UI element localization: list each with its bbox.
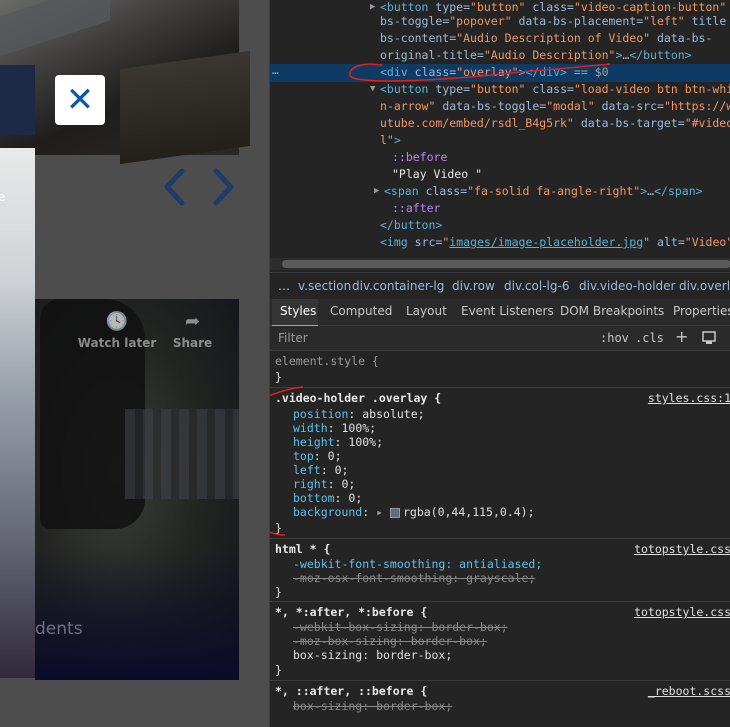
breadcrumb-ellipsis[interactable]: …	[278, 279, 290, 293]
element-style-rule: element.style { }	[270, 351, 730, 388]
sidebar-tabs: Styles Computed Layout Event Listeners D…	[270, 299, 730, 327]
expand-toggle-icon[interactable]: ▶	[370, 0, 375, 16]
styles-pane: element.style { } .video-holder .overlay…	[270, 351, 730, 727]
css-declaration[interactable]: top: 0;	[293, 449, 342, 463]
css-declaration[interactable]: background: ▸ rgba(0,44,115,0.4);	[293, 505, 535, 519]
dom-node-line[interactable]: ▶ <span class="fa-solid fa-angle-right">……	[374, 183, 703, 200]
webpage-viewport: ✕ e 🕓 Watch later ➦ Share dents	[0, 0, 269, 727]
dom-node-line[interactable]: ▼ <button type="button" class="load-video…	[370, 81, 730, 98]
cls-toggle[interactable]: .cls	[635, 331, 664, 345]
chevron-left-icon[interactable]	[164, 168, 185, 206]
laptop-shape	[0, 0, 110, 60]
css-declaration-overridden[interactable]: -moz-box-sizing: border-box;	[293, 634, 487, 648]
elements-tree: ▶ <button type="button" class="video-capt…	[270, 0, 730, 255]
share-arrow-icon: ➦	[184, 311, 201, 332]
expand-toggle-icon[interactable]: ▼	[370, 81, 375, 98]
breadcrumb: … v.section div.container-lg div.row div…	[270, 272, 730, 301]
clock-icon: 🕓	[105, 311, 129, 332]
css-declaration-overridden[interactable]: box-sizing: border-box;	[293, 699, 452, 713]
side-photo: e	[0, 148, 35, 678]
tab-event-listeners[interactable]: Event Listeners	[461, 304, 554, 318]
close-icon: ✕	[65, 80, 95, 120]
hov-toggle[interactable]: :hov	[600, 331, 629, 345]
dom-node-line[interactable]: l">	[380, 132, 401, 149]
breadcrumb-item[interactable]: div.row	[452, 279, 495, 293]
tab-dom-breakpoints[interactable]: DOM Breakpoints	[560, 304, 664, 318]
universal-rule-reboot: *, ::after, ::before { _reboot.scss box-…	[270, 681, 730, 727]
rule-selector: .video-holder .overlay {	[275, 391, 442, 405]
expand-toggle-icon[interactable]: ▶	[374, 183, 379, 200]
thumbnail-overlay	[35, 550, 239, 680]
css-declaration-overridden[interactable]: -moz-osx-font-smoothing: grayscale;	[293, 571, 535, 585]
desk-shape	[120, 50, 250, 165]
students-caption: dents	[35, 619, 83, 639]
share-label: Share	[172, 336, 213, 350]
dom-node-line[interactable]: <img src="images/image-placeholder.jpg" …	[380, 234, 730, 251]
filter-input[interactable]: Filter	[278, 331, 308, 345]
rule-close: }	[275, 663, 282, 677]
dom-node-line[interactable]: n-arrow" data-bs-toggle="modal" data-src…	[380, 98, 730, 115]
css-declaration[interactable]: -webkit-font-smoothing: antialiased;	[293, 557, 542, 571]
close-button[interactable]: ✕	[55, 75, 105, 125]
dom-node-line[interactable]: utube.com/embed/rsdl_B4g5rk" data-bs-tar…	[380, 115, 730, 132]
tab-properties[interactable]: Properties	[673, 304, 730, 318]
css-declaration[interactable]: right: 0;	[293, 477, 355, 491]
rule-source-link[interactable]: totopstyle.css	[634, 542, 730, 556]
css-declaration-overridden[interactable]: -webkit-box-sizing: border-box;	[293, 620, 508, 634]
dom-node-line[interactable]: original-title="Audio Description">…</bu…	[380, 47, 692, 64]
css-declaration[interactable]: width: 100%;	[293, 421, 376, 435]
dom-node-line[interactable]: bs-toggle="popover" data-bs-placement="l…	[380, 13, 730, 30]
watch-later-button[interactable]: 🕓 Watch later	[77, 311, 157, 350]
new-rule-button[interactable]: +	[675, 327, 688, 346]
scrollbar-thumb[interactable]	[282, 260, 730, 268]
carousel-nav	[160, 165, 240, 210]
computed-styles-icon[interactable]	[702, 331, 716, 345]
html-star-rule: html * { totopstyle.css -webkit-font-smo…	[270, 539, 730, 602]
rule-selector: html * {	[275, 542, 331, 556]
tab-styles[interactable]: Styles	[280, 304, 316, 318]
page-bottom	[0, 680, 269, 727]
rule-close: }	[275, 521, 282, 535]
dom-node-line[interactable]: "Play Video "	[392, 166, 482, 183]
css-declaration[interactable]: left: 0;	[293, 463, 348, 477]
watch-later-label: Watch later	[77, 336, 157, 350]
universal-rule-totopstyle: *, *:after, *:before { totopstyle.css -w…	[270, 602, 730, 681]
tab-layout[interactable]: Layout	[406, 304, 447, 318]
dark-band	[0, 65, 35, 135]
side-photo-label: e	[0, 190, 6, 204]
rule-selector: *, ::after, ::before {	[275, 684, 428, 698]
css-declaration[interactable]: box-sizing: border-box;	[293, 648, 452, 662]
hero-image	[0, 0, 250, 165]
chevron-right-icon[interactable]	[213, 168, 234, 206]
tab-computed[interactable]: Computed	[330, 304, 392, 318]
css-declaration[interactable]: position: absolute;	[293, 407, 425, 421]
styles-filter-bar: Filter :hov .cls +	[270, 326, 730, 351]
css-declaration[interactable]: height: 100%;	[293, 435, 383, 449]
rule-close: }	[275, 370, 282, 384]
breadcrumb-item[interactable]: div.container-lg	[352, 279, 444, 293]
rule-selector: element.style {	[275, 354, 379, 368]
dom-node-line[interactable]: </button>	[380, 217, 442, 234]
rule-source-link[interactable]: _reboot.scss	[648, 684, 730, 698]
rule-close: }	[275, 585, 282, 599]
breadcrumb-item[interactable]: div.video-holder	[579, 279, 675, 293]
dom-node-line[interactable]: bs-content="Audio Description of Video" …	[380, 30, 712, 47]
dom-node-line[interactable]: ::after	[392, 200, 440, 217]
share-button[interactable]: ➦ Share	[165, 311, 220, 350]
overlay-rule: .video-holder .overlay { styles.css:1 po…	[270, 388, 730, 539]
dom-node-line[interactable]: ::before	[392, 149, 447, 166]
breadcrumb-item[interactable]: div.col-lg-6	[504, 279, 569, 293]
css-declaration[interactable]: bottom: 0;	[293, 491, 362, 505]
chairs-shape	[125, 409, 239, 499]
color-swatch[interactable]	[389, 507, 400, 518]
dom-node-line[interactable]: <div class="overlay"></div> == $0	[380, 64, 609, 81]
devtools-panel: … ▶ <button type="button" class="video-ca…	[269, 0, 730, 727]
breadcrumb-item[interactable]: div.overlay	[679, 279, 730, 293]
rule-selector: *, *:after, *:before {	[275, 605, 428, 619]
breadcrumb-item[interactable]: v.section	[298, 279, 351, 293]
rule-source-link[interactable]: totopstyle.css	[634, 605, 730, 619]
rule-source-link[interactable]: styles.css:1	[648, 391, 730, 405]
